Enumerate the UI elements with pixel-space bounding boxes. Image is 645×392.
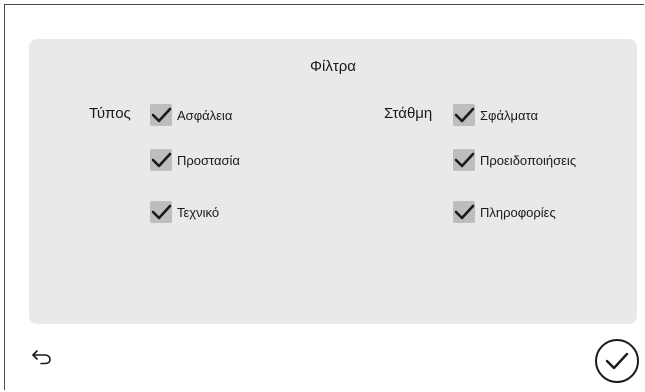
checkbox-box[interactable]: [150, 104, 172, 126]
back-button[interactable]: [31, 348, 53, 366]
checkbox-box[interactable]: [150, 149, 172, 171]
checkmark-icon: [454, 152, 475, 168]
level-group-label: Στάθμη: [384, 105, 433, 122]
checkbox-prostasia[interactable]: Προστασία: [150, 148, 240, 172]
checkbox-box[interactable]: [453, 104, 475, 126]
checkbox-box[interactable]: [453, 201, 475, 223]
confirm-button[interactable]: [594, 338, 640, 384]
checkmark-icon: [454, 107, 475, 123]
checkmark-icon: [151, 152, 172, 168]
checkbox-proeidopoiiseis[interactable]: Προειδοποιήσεις: [453, 148, 576, 172]
checkbox-label: Τεχνικό: [177, 204, 220, 220]
checkbox-label: Σφάλματα: [480, 107, 538, 123]
checkbox-texniko[interactable]: Τεχνικό: [150, 200, 219, 224]
check-circle-icon: [595, 339, 639, 383]
filters-panel: Φίλτρα Τύπος Ασφάλεια Προστασία Τεχνικό …: [29, 39, 637, 324]
checkbox-plirofories[interactable]: Πληροφορίες: [453, 200, 556, 224]
checkmark-icon: [454, 204, 475, 220]
checkbox-label: Προστασία: [177, 152, 240, 168]
checkmark-icon: [151, 204, 172, 220]
checkbox-asfaleia[interactable]: Ασφάλεια: [150, 103, 232, 127]
checkbox-label: Προειδοποιήσεις: [480, 152, 577, 168]
checkbox-box[interactable]: [453, 149, 475, 171]
checkbox-label: Ασφάλεια: [177, 107, 233, 123]
panel-title: Φίλτρα: [310, 58, 356, 75]
checkbox-label: Πληροφορίες: [480, 204, 556, 220]
checkbox-sfalmata[interactable]: Σφάλματα: [453, 103, 538, 127]
checkmark-icon: [151, 107, 172, 123]
type-group-label: Τύπος: [89, 105, 131, 122]
checkbox-box[interactable]: [150, 201, 172, 223]
undo-arrow-icon: [32, 350, 51, 365]
